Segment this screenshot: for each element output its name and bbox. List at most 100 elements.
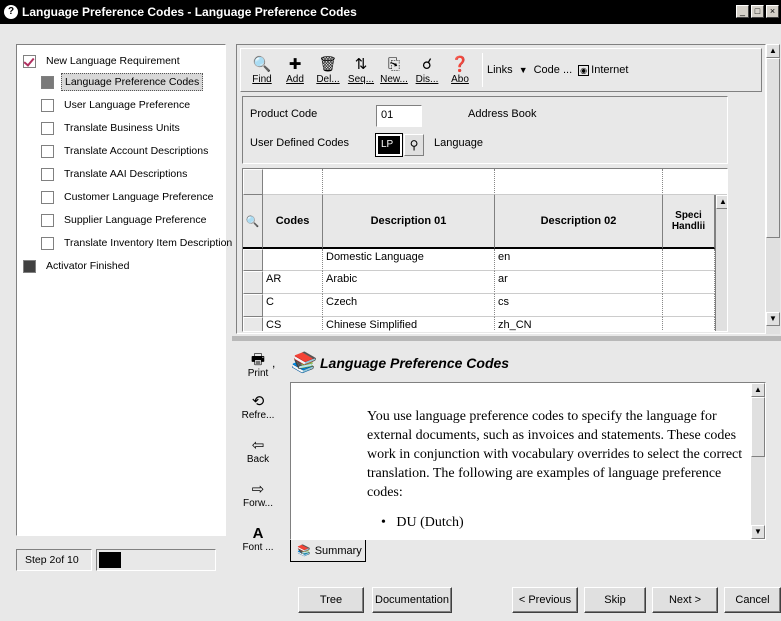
dropdown-arrow-icon[interactable]: ▼: [519, 65, 528, 75]
table-cell-desc2[interactable]: zh_CN: [495, 317, 663, 331]
qbe-desc1-cell[interactable]: [323, 169, 495, 195]
form-vertical-scrollbar[interactable]: ▲ ▼: [766, 44, 780, 334]
tree-item-translate-inventory-item-description[interactable]: Translate Inventory Item Description: [41, 235, 235, 251]
table-cell-desc2[interactable]: en: [495, 249, 663, 271]
tree-item-translate-account-descriptions[interactable]: Translate Account Descriptions: [41, 143, 211, 159]
udc-search-button[interactable]: ⚲: [404, 134, 424, 156]
tree-item-customer-language-preference[interactable]: Customer Language Preference: [41, 189, 216, 205]
description01-column-header[interactable]: Description 01: [323, 195, 495, 249]
links-label[interactable]: Links: [487, 64, 513, 76]
pane-splitter[interactable]: [232, 336, 781, 341]
documentation-button[interactable]: Documentation: [372, 587, 452, 613]
scroll-down-icon[interactable]: ▼: [751, 525, 765, 539]
code-link[interactable]: Code ...: [534, 64, 573, 76]
close-button[interactable]: ×: [766, 5, 779, 18]
find-button[interactable]: 🔍 Find: [247, 56, 277, 85]
table-cell-code[interactable]: [263, 249, 323, 271]
table-cell-code[interactable]: CS: [263, 317, 323, 331]
minimize-button[interactable]: _: [736, 5, 749, 18]
refresh-button[interactable]: ⟲ Refre...: [240, 394, 276, 422]
tree-item-user-language-preference[interactable]: User Language Preference: [41, 97, 193, 113]
skip-button[interactable]: Skip: [584, 587, 646, 613]
grid-vertical-scrollbar[interactable]: ▲: [715, 195, 727, 331]
table-cell-desc1[interactable]: Czech: [323, 294, 495, 317]
back-button[interactable]: ⇦ Back: [240, 438, 276, 466]
cancel-button[interactable]: Cancel: [724, 587, 781, 613]
task-tree: New Language Requirement Language Prefer…: [16, 44, 232, 536]
row-selector[interactable]: [243, 294, 263, 317]
tree-item-new-language-requirement[interactable]: New Language Requirement: [23, 53, 183, 69]
step-label: Step 2of 10: [16, 549, 92, 571]
new-button[interactable]: ⎘ New...: [379, 56, 409, 85]
row-selector[interactable]: [243, 317, 263, 331]
codes-column-header[interactable]: Codes: [263, 195, 323, 249]
row-selector[interactable]: [243, 249, 263, 271]
table-cell-desc2[interactable]: cs: [495, 294, 663, 317]
books-icon: 📚: [290, 352, 315, 374]
qbe-desc2-cell[interactable]: [495, 169, 663, 195]
next-button[interactable]: Next >: [652, 587, 718, 613]
table-cell-desc1[interactable]: Domestic Language: [323, 249, 495, 271]
table-cell-special[interactable]: [663, 249, 715, 271]
scroll-thumb[interactable]: [766, 58, 780, 238]
doc-vertical-scrollbar[interactable]: ▲ ▼: [751, 383, 765, 539]
title-bar: ? Language Preference Codes - Language P…: [0, 0, 781, 24]
tree-button[interactable]: Tree: [298, 587, 364, 613]
delete-button[interactable]: 🗑 Del...: [313, 56, 343, 85]
active-task-icon: [41, 75, 54, 89]
comma-mark: ,: [272, 356, 276, 370]
row-selector[interactable]: [243, 271, 263, 294]
forward-button[interactable]: ⇨ Forw...: [240, 482, 276, 510]
udc-input[interactable]: LP: [375, 133, 403, 157]
scroll-down-icon[interactable]: ▼: [766, 312, 780, 326]
empty-checkbox-icon: [41, 190, 54, 204]
tab-summary[interactable]: 📚 Summary: [290, 540, 366, 562]
table-cell-code[interactable]: C: [263, 294, 323, 317]
qbe-icon-header[interactable]: 🔍: [243, 195, 263, 249]
display-button[interactable]: ☌ Dis...: [412, 56, 442, 85]
app-icon: ?: [4, 5, 18, 19]
table-cell-desc1[interactable]: Arabic: [323, 271, 495, 294]
tree-item-language-preference-codes[interactable]: Language Preference Codes: [41, 73, 204, 91]
scroll-thumb[interactable]: [751, 397, 765, 457]
sequence-button[interactable]: ⇅ Seq...: [346, 56, 376, 85]
special-handling-column-header[interactable]: Speci Handlii: [663, 195, 715, 249]
table-cell-special[interactable]: [663, 317, 715, 331]
scroll-up-icon[interactable]: ▲: [716, 195, 727, 209]
print-label: Print: [247, 368, 269, 379]
table-cell-desc1[interactable]: Chinese Simplified: [323, 317, 495, 331]
tree-item-translate-business-units[interactable]: Translate Business Units: [41, 120, 183, 136]
qbe-special-cell[interactable]: [663, 169, 727, 195]
tree-item-label: Translate Account Descriptions: [64, 145, 209, 157]
maximize-button[interactable]: □: [751, 5, 764, 18]
scroll-up-icon[interactable]: ▲: [751, 383, 765, 397]
add-button[interactable]: ✚ Add: [280, 56, 310, 85]
qbe-icon: 🔍: [245, 215, 260, 228]
font-icon: A: [252, 525, 264, 542]
print-button[interactable]: 🖶 Print: [240, 352, 276, 380]
about-label: Abo: [451, 73, 469, 85]
description02-column-header[interactable]: Description 02: [495, 195, 663, 249]
internet-link[interactable]: ◉ Internet: [578, 64, 628, 76]
back-label: Back: [246, 454, 270, 465]
previous-button[interactable]: < Previous: [512, 587, 578, 613]
tree-item-activator-finished[interactable]: Activator Finished: [23, 258, 132, 274]
table-cell-special[interactable]: [663, 271, 715, 294]
checked-checkbox-icon: [23, 54, 36, 68]
product-code-label: Product Code: [250, 108, 318, 120]
table-cell-desc2[interactable]: ar: [495, 271, 663, 294]
table-cell-code[interactable]: AR: [263, 271, 323, 294]
qbe-codes-cell[interactable]: [263, 169, 323, 195]
product-code-input[interactable]: 01: [376, 105, 422, 127]
table-cell-special[interactable]: [663, 294, 715, 317]
display-label: Dis...: [415, 73, 439, 85]
tab-summary-label: Summary: [314, 544, 362, 557]
about-button[interactable]: ❓ Abo: [445, 56, 475, 85]
find-icon: 🔍: [252, 55, 272, 73]
scroll-up-icon[interactable]: ▲: [766, 44, 780, 58]
tree-item-label: Translate Business Units: [64, 122, 180, 134]
font-button[interactable]: A Font ...: [240, 525, 276, 554]
tree-item-supplier-language-preference[interactable]: Supplier Language Preference: [41, 212, 209, 228]
header-fields: [242, 96, 728, 164]
tree-item-translate-aai-descriptions[interactable]: Translate AAI Descriptions: [41, 166, 190, 182]
